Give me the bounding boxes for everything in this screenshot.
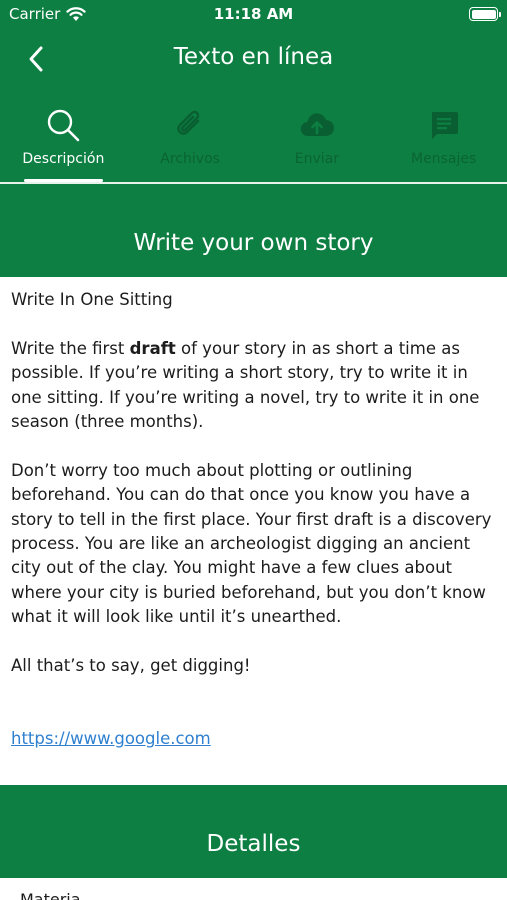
status-time: 11:18 AM	[213, 5, 294, 23]
tab-mensajes[interactable]: Mensajes	[380, 104, 507, 182]
assignment-description: Write In One Sitting Write the first dra…	[0, 277, 507, 785]
tab-enviar[interactable]: Enviar	[254, 104, 381, 182]
description-subtitle: Write In One Sitting	[11, 290, 173, 309]
tab-label: Mensajes	[411, 151, 477, 167]
app-header: Carrier 11:18 AM Texto en línea Descripc…	[0, 0, 507, 184]
paperclip-icon	[177, 110, 200, 135]
page-title: Texto en línea	[173, 44, 334, 70]
materia-label: Materia	[20, 890, 81, 900]
cloud-upload-icon	[300, 113, 334, 137]
tab-label: Enviar	[294, 151, 339, 167]
tab-label: Descripción	[22, 151, 105, 167]
description-paragraph-3: All that’s to say, get digging!	[11, 656, 251, 676]
tab-label: Archivos	[160, 151, 220, 167]
details-heading: Detalles	[0, 785, 507, 878]
description-link[interactable]: https://www.google.com	[11, 729, 211, 748]
battery-icon	[469, 7, 501, 21]
description-paragraph-1: Write the first draft of your story in a…	[11, 338, 480, 432]
tab-archivos[interactable]: Archivos	[127, 104, 254, 182]
description-paragraph-2: Don’t worry too much about plotting or o…	[11, 460, 492, 627]
tab-descripcion[interactable]: Descripción	[0, 104, 127, 182]
message-icon	[431, 112, 458, 139]
search-icon	[48, 109, 80, 142]
tab-bar: Descripción Archivos Enviar Mensajes	[0, 104, 507, 182]
details-materia-row: Materia	[0, 878, 507, 900]
assignment-title: Write your own story	[0, 184, 507, 277]
status-bar: Carrier 11:18 AM	[0, 0, 507, 28]
